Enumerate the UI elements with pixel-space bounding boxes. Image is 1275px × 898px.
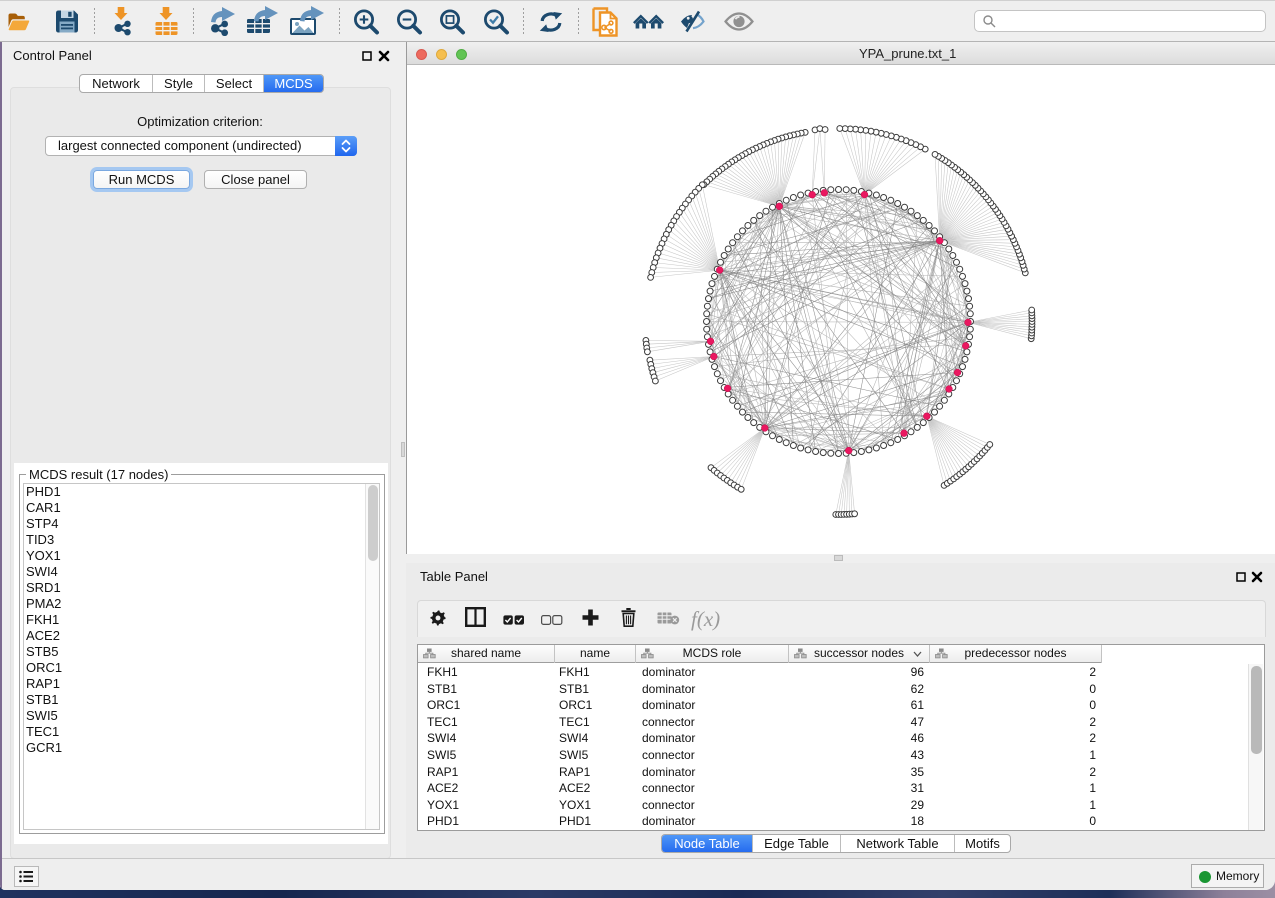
svg-text:f(x): f(x)	[691, 607, 720, 631]
